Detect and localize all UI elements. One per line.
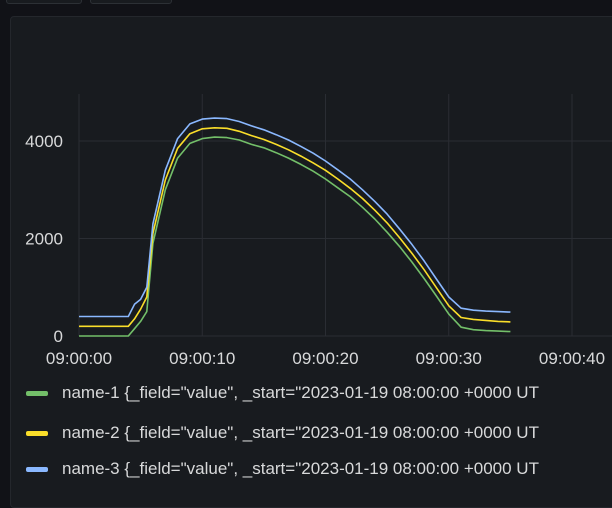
series-color-swatch xyxy=(26,430,48,436)
legend-item-series-2[interactable]: name-2 {_field="value", _start="2023-01-… xyxy=(26,420,539,446)
y-axis: 0 2000 4000 xyxy=(25,132,63,346)
x-tick-label: 09:00:30 xyxy=(416,349,482,368)
legend-item-series-3[interactable]: name-3 {_field="value", _start="2023-01-… xyxy=(26,456,539,482)
series-line-2 xyxy=(79,127,511,328)
x-tick-label: 09:00:00 xyxy=(46,349,112,368)
series-lines xyxy=(79,117,511,337)
legend-label: name-1 {_field="value", _start="2023-01-… xyxy=(62,383,539,402)
y-tick-label: 4000 xyxy=(25,132,63,151)
series-line-1 xyxy=(79,136,511,337)
x-axis: 09:00:00 09:00:10 09:00:20 09:00:30 09:00:40 xyxy=(46,349,605,368)
series-line-3 xyxy=(79,117,511,318)
series-color-swatch xyxy=(26,466,48,472)
y-tick-label: 0 xyxy=(54,327,63,346)
legend-label: name-2 {_field="value", _start="2023-01-… xyxy=(62,423,539,442)
y-tick-label: 2000 xyxy=(25,230,63,249)
time-series-chart: 020004000 09:00:00 09:00:10 09:00:20 09:00:… xyxy=(25,94,612,368)
series-color-swatch xyxy=(26,390,48,396)
x-tick-label: 09:00:20 xyxy=(292,349,358,368)
x-tick-label: 09:00:40 xyxy=(539,349,605,368)
x-tick-label: 09:00:10 xyxy=(169,349,235,368)
legend-label: name-3 {_field="value", _start="2023-01-… xyxy=(62,459,539,478)
legend-item-series-1[interactable]: name-1 {_field="value", _start="2023-01-… xyxy=(26,380,539,406)
